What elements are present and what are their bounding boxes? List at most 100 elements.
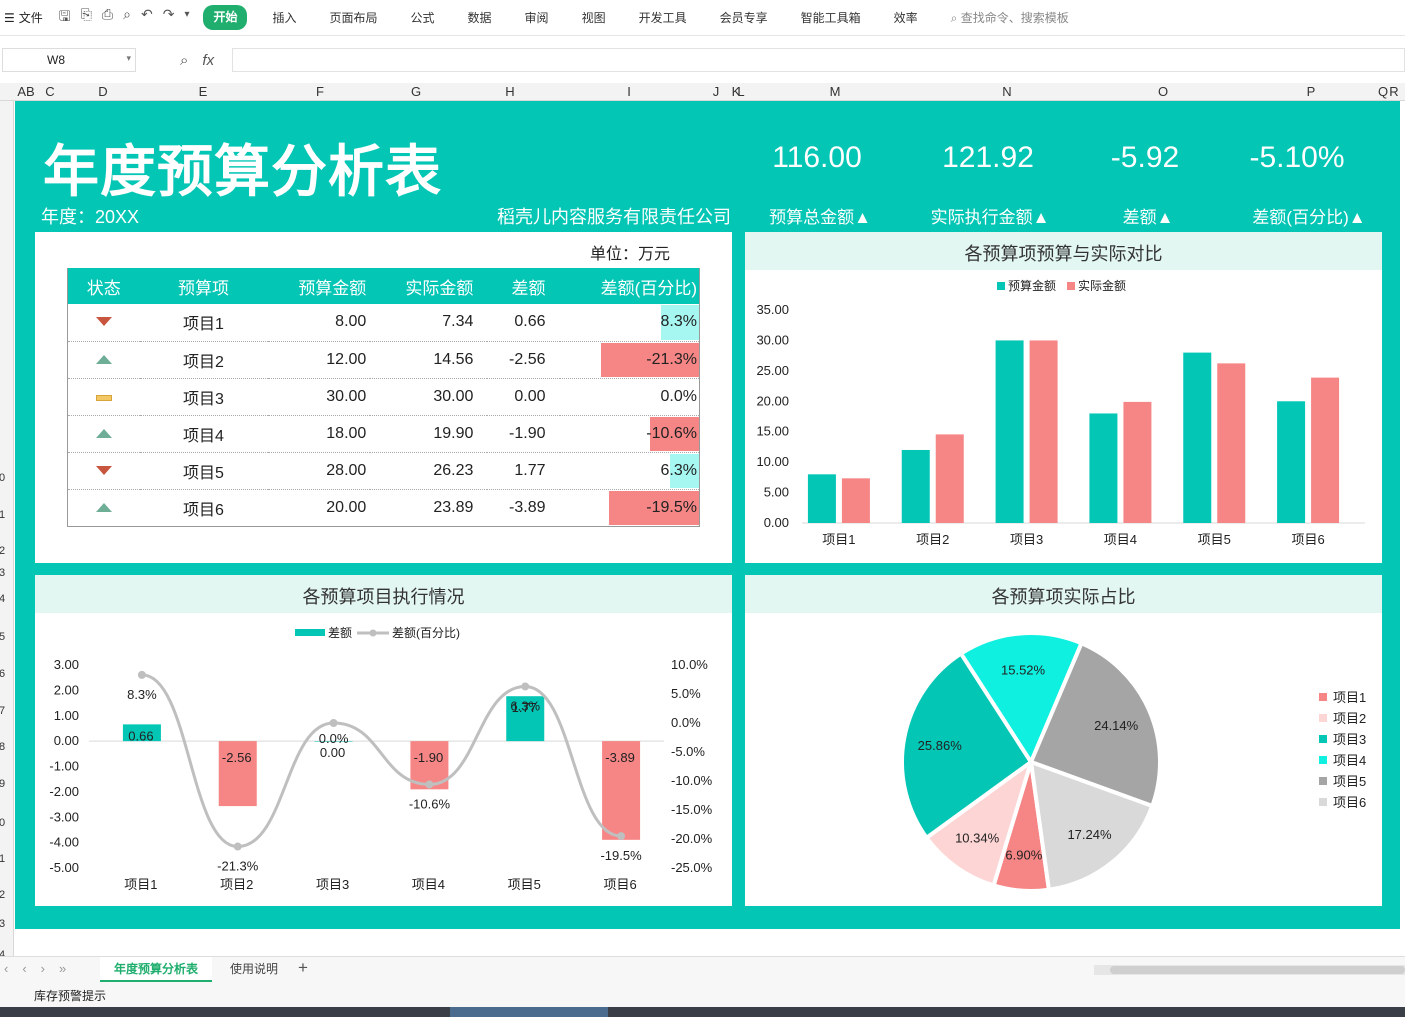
row-header[interactable]: 0 [0, 472, 5, 484]
ribbon-tab-9[interactable]: 智能工具箱 [793, 5, 869, 30]
unit-label: 单位：万元 [590, 246, 671, 263]
header-status: 状态 [67, 268, 140, 304]
redo-icon[interactable]: ↷ [163, 6, 175, 30]
sheet-tab-instructions[interactable]: 使用说明 [216, 957, 292, 982]
save-icon[interactable]: 🖫 [59, 6, 71, 30]
stock-alert-label[interactable]: 库存预警提示 [34, 987, 106, 1004]
table-row: 项目6 20.00 23.89 -3.89 -19.5% [67, 489, 700, 527]
pie-label: 17.24% [1067, 827, 1112, 842]
sheet-tab-active[interactable]: 年度预算分析表 [100, 957, 213, 982]
budget-cell: 30.00 [267, 378, 371, 416]
name-box[interactable]: W8 ▾ [2, 48, 136, 72]
column-header[interactable]: F [316, 84, 324, 99]
diff-label: 0.00 [320, 745, 345, 760]
actual-cell: 7.34 [370, 304, 488, 342]
diff-label: -3.89 [605, 750, 635, 765]
ribbon-tab-7[interactable]: 开发工具 [631, 5, 695, 30]
legend-swatch [997, 282, 1005, 290]
fx-button[interactable]: fx [202, 52, 214, 69]
row-header[interactable]: 7 [0, 705, 5, 717]
row-header[interactable]: 6 [0, 668, 5, 680]
row-header[interactable]: 1 [0, 853, 5, 865]
row-header[interactable]: 2 [0, 889, 5, 901]
execution-chart-panel: 各预算项目执行情况 差额 差额(百分比) 3.00 2.00 1.00 0.00 -1.00… [35, 575, 732, 906]
bar [1123, 401, 1152, 523]
bar [841, 478, 870, 523]
ribbon-tab-1[interactable]: 插入 [264, 5, 304, 30]
kpi-diff-pct-label: 差额(百分比)▲ [1252, 208, 1366, 227]
ribbon-tab-8[interactable]: 会员专享 [712, 5, 776, 30]
ribbon-tab-6[interactable]: 视图 [574, 5, 614, 30]
preview-icon[interactable]: ⌕ [123, 6, 131, 30]
y-tick-label: -3.00 [49, 809, 79, 824]
ribbon-tab-2[interactable]: 页面布局 [322, 5, 386, 30]
zoom-icon[interactable]: ⌕ [180, 52, 188, 69]
column-header[interactable]: Q [1378, 84, 1388, 99]
file-menu[interactable]: ☰ 文件 [0, 9, 53, 26]
column-header[interactable]: I [627, 84, 631, 99]
more-dropdown-icon[interactable]: ▾ [184, 6, 189, 30]
print-icon[interactable]: ⎙ [102, 6, 113, 30]
company-name: 稻壳儿内容服务有限责任公司 [497, 207, 731, 227]
actual-cell: 19.90 [370, 415, 488, 453]
flat-bar-icon [95, 394, 112, 401]
legend-label: 项目5 [1333, 774, 1366, 789]
row-header[interactable]: 0 [0, 817, 5, 829]
column-header[interactable]: J [713, 84, 720, 99]
column-header[interactable]: M [830, 84, 841, 99]
bar [1089, 413, 1118, 523]
sheet-nav[interactable]: ‹‹›» [4, 961, 80, 976]
menu-bar: ☰ 文件 🖫 ⎘ ⎙ ⌕ ↶ ↷ ▾ 开始 插入 页面布局 公式 数据 审阅 视图 开发工具会… [0, 0, 1405, 36]
column-header[interactable]: N [1002, 84, 1011, 99]
ribbon-tab-4[interactable]: 数据 [460, 5, 500, 30]
column-header[interactable]: R [1389, 84, 1398, 99]
pct-label: 6.3% [510, 698, 540, 713]
row-header[interactable]: 2 [0, 545, 5, 557]
command-search[interactable]: ⌕ 查找命令、搜索模板 [951, 9, 1069, 26]
column-header[interactable]: AB [17, 84, 34, 99]
row-header[interactable]: 1 [0, 509, 5, 521]
diff-pct-cell: -10.6% [559, 415, 700, 453]
column-header[interactable]: H [505, 84, 514, 99]
column-header[interactable]: P [1307, 84, 1316, 99]
scrollbar-thumb[interactable] [1110, 966, 1405, 974]
ribbon-tab-0[interactable]: 开始 [203, 5, 248, 30]
pct-label: -21.3% [217, 859, 259, 874]
x-tick-label: 项目6 [603, 877, 636, 892]
bar [935, 434, 964, 523]
row-header[interactable]: 4 [0, 593, 5, 605]
column-header[interactable]: C [45, 84, 54, 99]
pct-value: -10.6% [646, 424, 697, 442]
x-tick-label: 项目2 [916, 532, 949, 547]
row-header[interactable]: 8 [0, 741, 5, 753]
row-header[interactable]: 5 [0, 631, 5, 643]
column-header[interactable]: E [199, 84, 208, 99]
budget-table-panel: 单位：万元 状态 预算项 预算金额 实际金额 差额 差额(百分比) 项目1 8.… [35, 232, 732, 563]
row-header[interactable]: 3 [0, 567, 5, 579]
pie-label: 24.14% [1094, 718, 1139, 733]
add-sheet-icon[interactable]: + [298, 958, 308, 978]
y-tick-label: 20.00 [756, 393, 789, 408]
chevron-down-icon[interactable]: ▾ [126, 53, 131, 64]
item-cell: 项目1 [139, 304, 268, 342]
row-header[interactable]: 9 [0, 778, 5, 790]
table-row: 项目2 12.00 14.56 -2.56 -21.3% [67, 341, 700, 379]
diff-label: 0.66 [128, 728, 153, 743]
undo-icon[interactable]: ↶ [141, 6, 153, 30]
column-header[interactable]: L [737, 84, 744, 99]
x-tick-label: 项目4 [1104, 532, 1137, 547]
ribbon-tab-10[interactable]: 效率 [886, 5, 926, 30]
horizontal-scrollbar[interactable] [1094, 965, 1405, 975]
ribbon-tab-3[interactable]: 公式 [403, 5, 443, 30]
ribbon-tab-5[interactable]: 审阅 [517, 5, 557, 30]
legend-swatch [1319, 798, 1327, 806]
column-header[interactable]: O [1158, 84, 1168, 99]
row-header[interactable]: 3 [0, 918, 5, 930]
column-header[interactable]: G [411, 84, 421, 99]
export-icon[interactable]: ⎘ [81, 6, 92, 30]
status-cell [67, 489, 140, 527]
formula-input[interactable] [232, 48, 1405, 72]
column-header[interactable]: D [98, 84, 107, 99]
cell-reference: W8 [47, 53, 65, 67]
diff-cell: -2.56 [487, 341, 560, 379]
